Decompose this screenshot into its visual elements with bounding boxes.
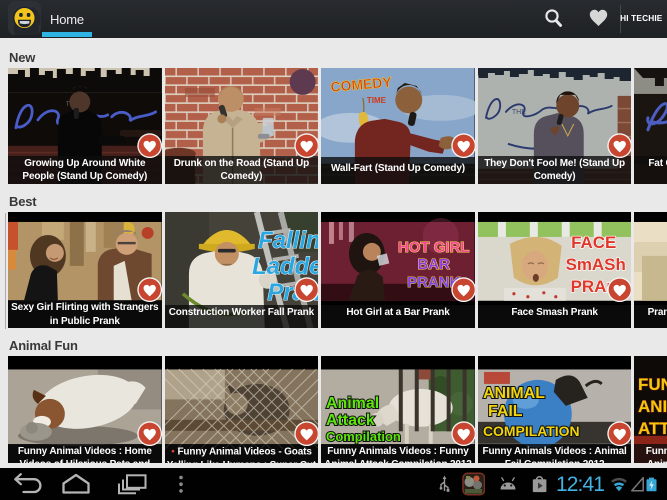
svg-text:Animal: Animal bbox=[326, 395, 379, 412]
svg-text:FUN: FUN bbox=[638, 375, 667, 394]
svg-text:COMPILATION: COMPILATION bbox=[483, 422, 580, 438]
svg-text:ANIMAL: ANIMAL bbox=[483, 385, 545, 402]
svg-text:SmASh: SmASh bbox=[565, 255, 625, 274]
svg-text:HOT GIRL: HOT GIRL bbox=[398, 239, 469, 256]
svg-text:ANIM: ANIM bbox=[638, 397, 667, 416]
svg-text:FACE: FACE bbox=[571, 233, 616, 252]
svg-text:Fallin: Fallin bbox=[258, 227, 318, 254]
svg-text:Compilation: Compilation bbox=[326, 428, 401, 443]
svg-text:FAIL: FAIL bbox=[488, 403, 523, 420]
svg-text:TIME: TIME bbox=[367, 95, 386, 104]
svg-text:ATTA: ATTA bbox=[638, 418, 667, 437]
svg-text:Attack: Attack bbox=[326, 412, 375, 429]
svg-text:Ladde: Ladde bbox=[252, 253, 318, 280]
svg-text:BAR: BAR bbox=[418, 256, 451, 273]
